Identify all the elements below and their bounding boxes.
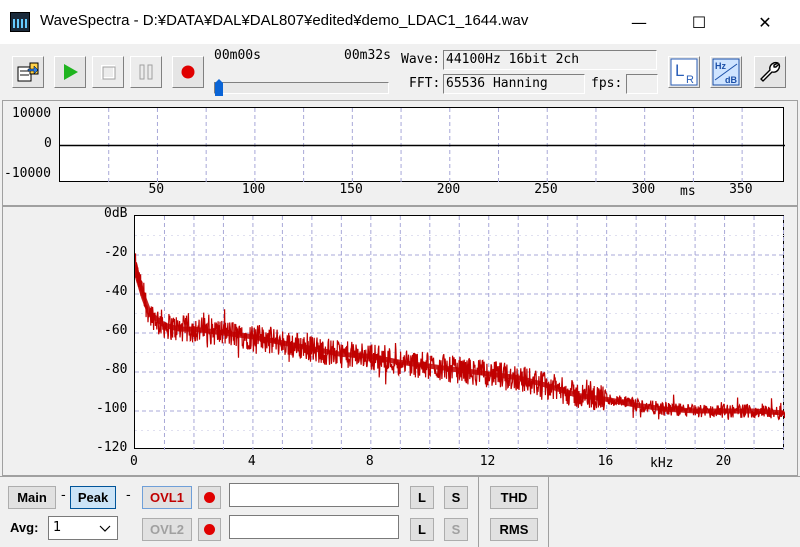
avg-select[interactable]: 1 — [48, 516, 118, 540]
settings-button[interactable] — [754, 56, 786, 88]
stop-icon — [101, 65, 116, 80]
fft-settings-field: 65536 Hanning — [443, 74, 585, 94]
ovl2-input[interactable] — [229, 515, 399, 539]
close-button[interactable]: ✕ — [742, 0, 788, 44]
maximize-button[interactable]: ☐ — [676, 0, 722, 44]
seek-track[interactable] — [214, 82, 389, 94]
wave-x-tick: 50 — [148, 182, 165, 197]
pause-icon — [139, 64, 153, 80]
seek-thumb[interactable] — [214, 79, 224, 97]
fft-label: FFT: — [409, 76, 441, 91]
lr-big-letter: L — [675, 61, 684, 80]
wrench-icon — [760, 61, 781, 82]
wave-label: Wave: — [401, 52, 441, 67]
lr-small-letter: R — [686, 74, 694, 86]
time-start-label: 00m00s — [214, 48, 261, 63]
record-button[interactable] — [172, 56, 204, 88]
db-text: dB — [725, 75, 737, 85]
waveform-grid — [60, 108, 785, 183]
play-icon — [64, 64, 78, 80]
wave-x-tick: 250 — [534, 182, 558, 197]
chevron-down-icon — [99, 525, 111, 532]
thd-button[interactable]: THD — [490, 486, 538, 509]
spectrum-x-tick: 16 — [597, 454, 614, 469]
spectrum-chart — [135, 216, 785, 450]
hz-db-icon: Hz dB — [712, 58, 740, 86]
spectrum-x-tick: 12 — [479, 454, 496, 469]
wave-x-tick: 200 — [436, 182, 461, 197]
play-button[interactable] — [54, 56, 86, 88]
window-title: WaveSpectra - D:¥DATA¥DAL¥DAL807¥edited¥… — [40, 12, 529, 29]
record-icon — [204, 492, 215, 503]
spectrum-y-tick: -40 — [104, 284, 128, 299]
wave-x-tick: 350 — [729, 182, 753, 197]
time-end-label: 00m32s — [344, 48, 391, 63]
ovl1-input[interactable] — [229, 483, 399, 507]
spectrum-y-tick: -100 — [96, 401, 128, 416]
record-icon — [204, 524, 215, 535]
ovl1-s-button[interactable]: S — [444, 486, 468, 509]
stop-button[interactable] — [92, 56, 124, 88]
ovl2-l-button[interactable]: L — [410, 518, 434, 541]
toolbar: 00m00s 00m32s Wave: 44100Hz 16bit 2ch FF… — [0, 44, 800, 100]
pause-button[interactable] — [130, 56, 162, 88]
ovl1-record-button[interactable] — [198, 486, 221, 509]
ovl2-s-button[interactable]: S — [444, 518, 468, 541]
dash-separator: - — [61, 488, 66, 503]
open-file-icon — [17, 62, 39, 82]
hz-db-button[interactable]: Hz dB — [710, 56, 742, 88]
wave-x-tick: 150 — [339, 182, 363, 197]
wave-y-tick: 0 — [44, 136, 52, 151]
waveform-plot[interactable] — [59, 107, 785, 183]
lr-channel-icon: L R — [670, 58, 698, 86]
main-button[interactable]: Main — [8, 486, 56, 509]
spectrum-y-tick: -80 — [104, 362, 128, 377]
spectrum-y-tick: 0dB — [104, 206, 128, 221]
wave-format-field: 44100Hz 16bit 2ch — [443, 50, 657, 70]
peak-button[interactable]: Peak — [70, 486, 116, 509]
ovl1-button[interactable]: OVL1 — [142, 486, 192, 509]
app-icon — [10, 12, 30, 32]
divider — [548, 477, 549, 547]
wave-y-tick: 10000 — [12, 106, 52, 121]
wave-x-tick: 300 — [631, 182, 656, 197]
spectrum-y-tick: -60 — [104, 323, 128, 338]
ovl2-button[interactable]: OVL2 — [142, 518, 192, 541]
wave-x-tick: 100 — [241, 182, 266, 197]
minimize-button[interactable]: — — [616, 0, 662, 44]
avg-value: 1 — [53, 520, 62, 535]
ovl2-record-button[interactable] — [198, 518, 221, 541]
avg-label: Avg: — [10, 520, 39, 535]
spectrum-y-tick: -120 — [96, 440, 128, 455]
dash-separator: - — [126, 488, 131, 503]
spectrum-x-unit: kHz — [650, 456, 674, 471]
ovl1-l-button[interactable]: L — [410, 486, 434, 509]
wave-x-unit: ms — [680, 184, 696, 199]
fps-field — [626, 74, 658, 94]
fps-label: fps: — [591, 76, 623, 91]
bottom-controls: Main - Peak - OVL1 L S THD Avg: 1 OVL2 L… — [0, 476, 800, 547]
record-icon — [181, 65, 195, 79]
hz-text: Hz — [715, 61, 726, 71]
spectrum-x-tick: 4 — [247, 454, 256, 469]
divider — [478, 477, 479, 547]
spectrum-y-tick: -20 — [104, 245, 128, 260]
spectrum-x-tick: 8 — [365, 454, 374, 469]
lr-channel-button[interactable]: L R — [668, 56, 700, 88]
rms-button[interactable]: RMS — [490, 518, 538, 541]
spectrum-plot[interactable] — [134, 215, 785, 450]
title-bar: WaveSpectra - D:¥DATA¥DAL¥DAL807¥edited¥… — [0, 0, 800, 44]
wave-y-tick: -10000 — [4, 166, 51, 181]
open-file-button[interactable] — [12, 56, 44, 88]
spectrum-x-tick: 20 — [715, 454, 732, 469]
spectrum-x-tick: 0 — [130, 454, 138, 469]
